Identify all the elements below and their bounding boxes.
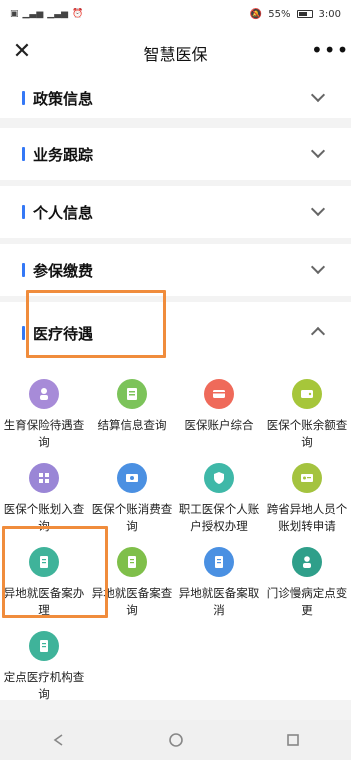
highlight-medical-benefits (26, 290, 166, 358)
close-icon[interactable]: ✕ (10, 40, 34, 64)
service-label: 结算信息查询 (97, 418, 167, 432)
chevron-down-icon (310, 143, 326, 159)
service-transfer-in-query[interactable]: 医保个账划入查询 (0, 449, 88, 533)
alarm-icon: ⏰ (72, 9, 84, 19)
file-icon (204, 547, 234, 577)
service-label: 门诊慢病定点变更 (266, 586, 348, 617)
status-left: ▣ ▁▃▅ ▁▃▅ ⏰ (10, 9, 83, 19)
file-icon (29, 631, 59, 661)
chevron-down-icon (310, 87, 326, 103)
shield-icon (204, 463, 234, 493)
service-settlement-query[interactable]: 结算信息查询 (88, 365, 176, 445)
service-label: 医保账户综合 (184, 418, 254, 432)
section-title: 个人信息 (33, 204, 94, 222)
service-label: 异地就医备案取消 (178, 586, 260, 617)
service-label: 职工医保个人账户授权办理 (178, 502, 260, 533)
document-icon (117, 379, 147, 409)
person-icon (29, 379, 59, 409)
file-icon (117, 547, 147, 577)
card-icon (204, 379, 234, 409)
page-title: 智慧医保 (143, 45, 208, 64)
service-remote-filing-cancel[interactable]: 异地就医备案取消 (175, 533, 263, 617)
service-spending-query[interactable]: 医保个账消费查询 (88, 449, 176, 533)
section-accent (22, 326, 25, 340)
section-accent (22, 91, 25, 105)
service-maternity-query[interactable]: 生育保险待遇查询 (0, 365, 88, 449)
recent-apps-icon[interactable] (283, 730, 303, 750)
service-label: 医保个账余额查询 (266, 418, 348, 449)
section-title: 业务跟踪 (33, 146, 94, 164)
status-bar: ▣ ▁▃▅ ▁▃▅ ⏰ 🔕 55% 3:00 (0, 0, 351, 28)
signal-icon: ▁▃▅ (22, 9, 44, 19)
chevron-up-icon (310, 326, 326, 342)
top-navbar: ✕ 智慧医保 ••• (0, 28, 351, 78)
clock: 3:00 (318, 8, 341, 20)
chevron-down-icon (310, 259, 326, 275)
service-balance-query[interactable]: 医保个账余额查询 (263, 365, 351, 449)
service-label: 跨省异地人员个账划转申请 (266, 502, 348, 533)
service-account-summary[interactable]: 医保账户综合 (175, 365, 263, 445)
id-card-icon (292, 463, 322, 493)
service-label: 生育保险待遇查询 (3, 418, 85, 449)
system-nav-bar (0, 720, 351, 760)
wallet-icon (292, 379, 322, 409)
sim-icon: ▣ (10, 9, 19, 19)
money-icon (117, 463, 147, 493)
more-icon[interactable]: ••• (311, 40, 348, 64)
section-title: 政策信息 (33, 90, 94, 108)
service-label: 定点医疗机构查询 (3, 670, 85, 701)
battery-percent: 55% (268, 8, 291, 20)
highlight-remote-filing-apply (2, 526, 108, 618)
service-chronic-designation-change[interactable]: 门诊慢病定点变更 (263, 533, 351, 617)
home-icon[interactable] (166, 730, 186, 750)
service-account-authorization[interactable]: 职工医保个人账户授权办理 (175, 449, 263, 533)
mute-icon: 🔕 (249, 8, 263, 20)
section-personal-info[interactable]: 个人信息 (0, 186, 351, 238)
section-accent (22, 205, 25, 219)
status-right: 🔕 55% 3:00 (250, 9, 341, 20)
section-insurance-payment[interactable]: 参保缴费 (0, 244, 351, 296)
battery-icon (296, 10, 313, 18)
back-icon[interactable] (49, 730, 69, 750)
grid-icon (29, 463, 59, 493)
section-title: 参保缴费 (33, 262, 94, 280)
service-cross-province-transfer[interactable]: 跨省异地人员个账划转申请 (263, 449, 351, 533)
section-accent (22, 147, 25, 161)
section-accent (22, 263, 25, 277)
chevron-down-icon (310, 201, 326, 217)
service-designated-institution-query[interactable]: 定点医疗机构查询 (0, 617, 88, 701)
section-business-tracking[interactable]: 业务跟踪 (0, 128, 351, 180)
doctor-icon (292, 547, 322, 577)
section-policy-info[interactable]: 政策信息 (0, 78, 351, 118)
signal-icon: ▁▃▅ (47, 9, 69, 19)
